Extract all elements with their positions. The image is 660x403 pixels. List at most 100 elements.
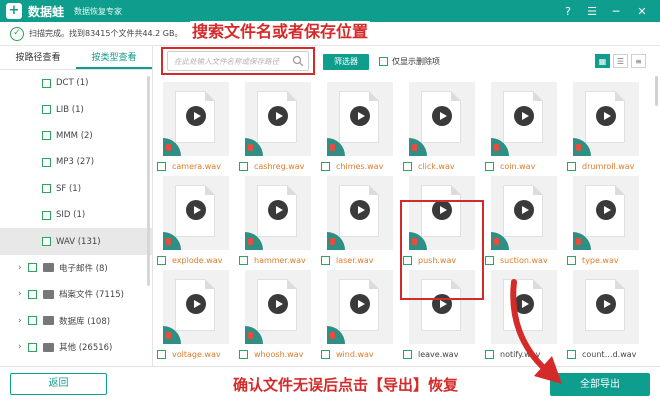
- play-icon[interactable]: [596, 294, 616, 314]
- file-checkbox[interactable]: [485, 350, 494, 359]
- grid-scrollbar[interactable]: [655, 76, 658, 106]
- sidebar-item-checkbox[interactable]: [28, 342, 37, 352]
- play-icon[interactable]: [186, 106, 206, 126]
- file-checkbox[interactable]: [567, 256, 576, 265]
- file-card[interactable]: laser.wav: [320, 176, 400, 272]
- only-deleted-checkbox[interactable]: [379, 57, 388, 66]
- sidebar-item-checkbox[interactable]: [42, 184, 51, 194]
- file-checkbox[interactable]: [403, 162, 412, 171]
- close-icon[interactable]: ✕: [634, 3, 650, 19]
- file-card[interactable]: wind.wav: [320, 270, 400, 366]
- sidebar-scrollbar[interactable]: [147, 76, 150, 286]
- menu-icon[interactable]: ☰: [584, 3, 600, 19]
- sidebar-item-checkbox[interactable]: [42, 78, 51, 88]
- expand-arrow-icon[interactable]: ›: [18, 316, 28, 326]
- sidebar-item-checkbox[interactable]: [28, 263, 37, 273]
- sidebar-item[interactable]: WAV (131): [0, 228, 152, 255]
- file-checkbox[interactable]: [321, 162, 330, 171]
- sidebar-item[interactable]: MMM (2): [0, 123, 152, 149]
- file-card[interactable]: drumroll.wav: [566, 82, 646, 178]
- file-thumbnail[interactable]: [245, 270, 311, 344]
- sidebar-item[interactable]: LIB (1): [0, 96, 152, 122]
- file-checkbox[interactable]: [157, 350, 166, 359]
- play-icon[interactable]: [350, 200, 370, 220]
- filter-button[interactable]: 筛选器: [323, 54, 369, 70]
- sidebar-item-checkbox[interactable]: [28, 316, 37, 326]
- tab-by-path[interactable]: 按路径查看: [0, 46, 76, 69]
- file-thumbnail[interactable]: [163, 270, 229, 344]
- file-card[interactable]: chimes.wav: [320, 82, 400, 178]
- list-view-icon[interactable]: ☰: [613, 54, 628, 68]
- file-card[interactable]: coin.wav: [484, 82, 564, 178]
- file-thumbnail[interactable]: [491, 82, 557, 156]
- play-icon[interactable]: [596, 106, 616, 126]
- file-checkbox[interactable]: [157, 256, 166, 265]
- file-card[interactable]: count…d.wav: [566, 270, 646, 366]
- sidebar-item[interactable]: › 数据库 (108): [0, 308, 152, 334]
- play-icon[interactable]: [432, 106, 452, 126]
- sidebar-item-checkbox[interactable]: [42, 237, 51, 247]
- file-thumbnail[interactable]: [327, 176, 393, 250]
- file-checkbox[interactable]: [485, 162, 494, 171]
- file-thumbnail[interactable]: [327, 82, 393, 156]
- sidebar-item[interactable]: › 其他 (26516): [0, 334, 152, 360]
- file-thumbnail[interactable]: [491, 176, 557, 250]
- play-icon[interactable]: [268, 106, 288, 126]
- file-card[interactable]: explode.wav: [156, 176, 236, 272]
- file-card[interactable]: camera.wav: [156, 82, 236, 178]
- play-icon[interactable]: [350, 106, 370, 126]
- file-thumbnail[interactable]: [163, 176, 229, 250]
- detail-view-icon[interactable]: ≡: [631, 54, 646, 68]
- sidebar-item-checkbox[interactable]: [42, 105, 51, 115]
- file-thumbnail[interactable]: [573, 270, 639, 344]
- sidebar-item[interactable]: DCT (1): [0, 70, 152, 96]
- file-checkbox[interactable]: [485, 256, 494, 265]
- file-card[interactable]: cashreg.wav: [238, 82, 318, 178]
- file-thumbnail[interactable]: [245, 82, 311, 156]
- file-checkbox[interactable]: [239, 350, 248, 359]
- play-icon[interactable]: [514, 200, 534, 220]
- grid-view-icon[interactable]: ▦: [595, 54, 610, 68]
- file-thumbnail[interactable]: [573, 82, 639, 156]
- sidebar-item[interactable]: MP3 (27): [0, 149, 152, 175]
- sidebar-item-checkbox[interactable]: [42, 210, 51, 220]
- play-icon[interactable]: [186, 200, 206, 220]
- file-card[interactable]: hammer.wav: [238, 176, 318, 272]
- file-checkbox[interactable]: [567, 162, 576, 171]
- play-icon[interactable]: [350, 294, 370, 314]
- file-card[interactable]: whoosh.wav: [238, 270, 318, 366]
- file-thumbnail[interactable]: [573, 176, 639, 250]
- help-icon[interactable]: ?: [560, 3, 576, 19]
- file-checkbox[interactable]: [403, 350, 412, 359]
- sidebar-item[interactable]: SF (1): [0, 176, 152, 202]
- file-card[interactable]: type.wav: [566, 176, 646, 272]
- file-thumbnail[interactable]: [163, 82, 229, 156]
- sidebar-item-checkbox[interactable]: [28, 289, 37, 299]
- play-icon[interactable]: [268, 200, 288, 220]
- tab-by-type[interactable]: 按类型查看: [76, 46, 152, 69]
- file-checkbox[interactable]: [239, 256, 248, 265]
- sidebar-item[interactable]: › 电子邮件 (8): [0, 255, 152, 281]
- only-deleted-option[interactable]: 仅显示删除项: [379, 56, 440, 67]
- file-checkbox[interactable]: [321, 350, 330, 359]
- play-icon[interactable]: [514, 106, 534, 126]
- file-thumbnail[interactable]: [409, 82, 475, 156]
- sidebar-item[interactable]: › 档案文件 (7115): [0, 281, 152, 307]
- file-checkbox[interactable]: [321, 256, 330, 265]
- expand-arrow-icon[interactable]: ›: [18, 289, 28, 299]
- expand-arrow-icon[interactable]: ›: [18, 342, 28, 352]
- file-card[interactable]: click.wav: [402, 82, 482, 178]
- file-card[interactable]: voltage.wav: [156, 270, 236, 366]
- file-thumbnail[interactable]: [327, 270, 393, 344]
- play-icon[interactable]: [268, 294, 288, 314]
- play-icon[interactable]: [596, 200, 616, 220]
- minimize-icon[interactable]: ─: [608, 3, 624, 19]
- sidebar-item-checkbox[interactable]: [42, 131, 51, 141]
- sidebar-item-checkbox[interactable]: [42, 157, 51, 167]
- expand-arrow-icon[interactable]: ›: [18, 263, 28, 273]
- play-icon[interactable]: [186, 294, 206, 314]
- file-card[interactable]: suction.wav: [484, 176, 564, 272]
- file-thumbnail[interactable]: [245, 176, 311, 250]
- sidebar-item[interactable]: SID (1): [0, 202, 152, 228]
- back-button[interactable]: 返回: [10, 373, 107, 395]
